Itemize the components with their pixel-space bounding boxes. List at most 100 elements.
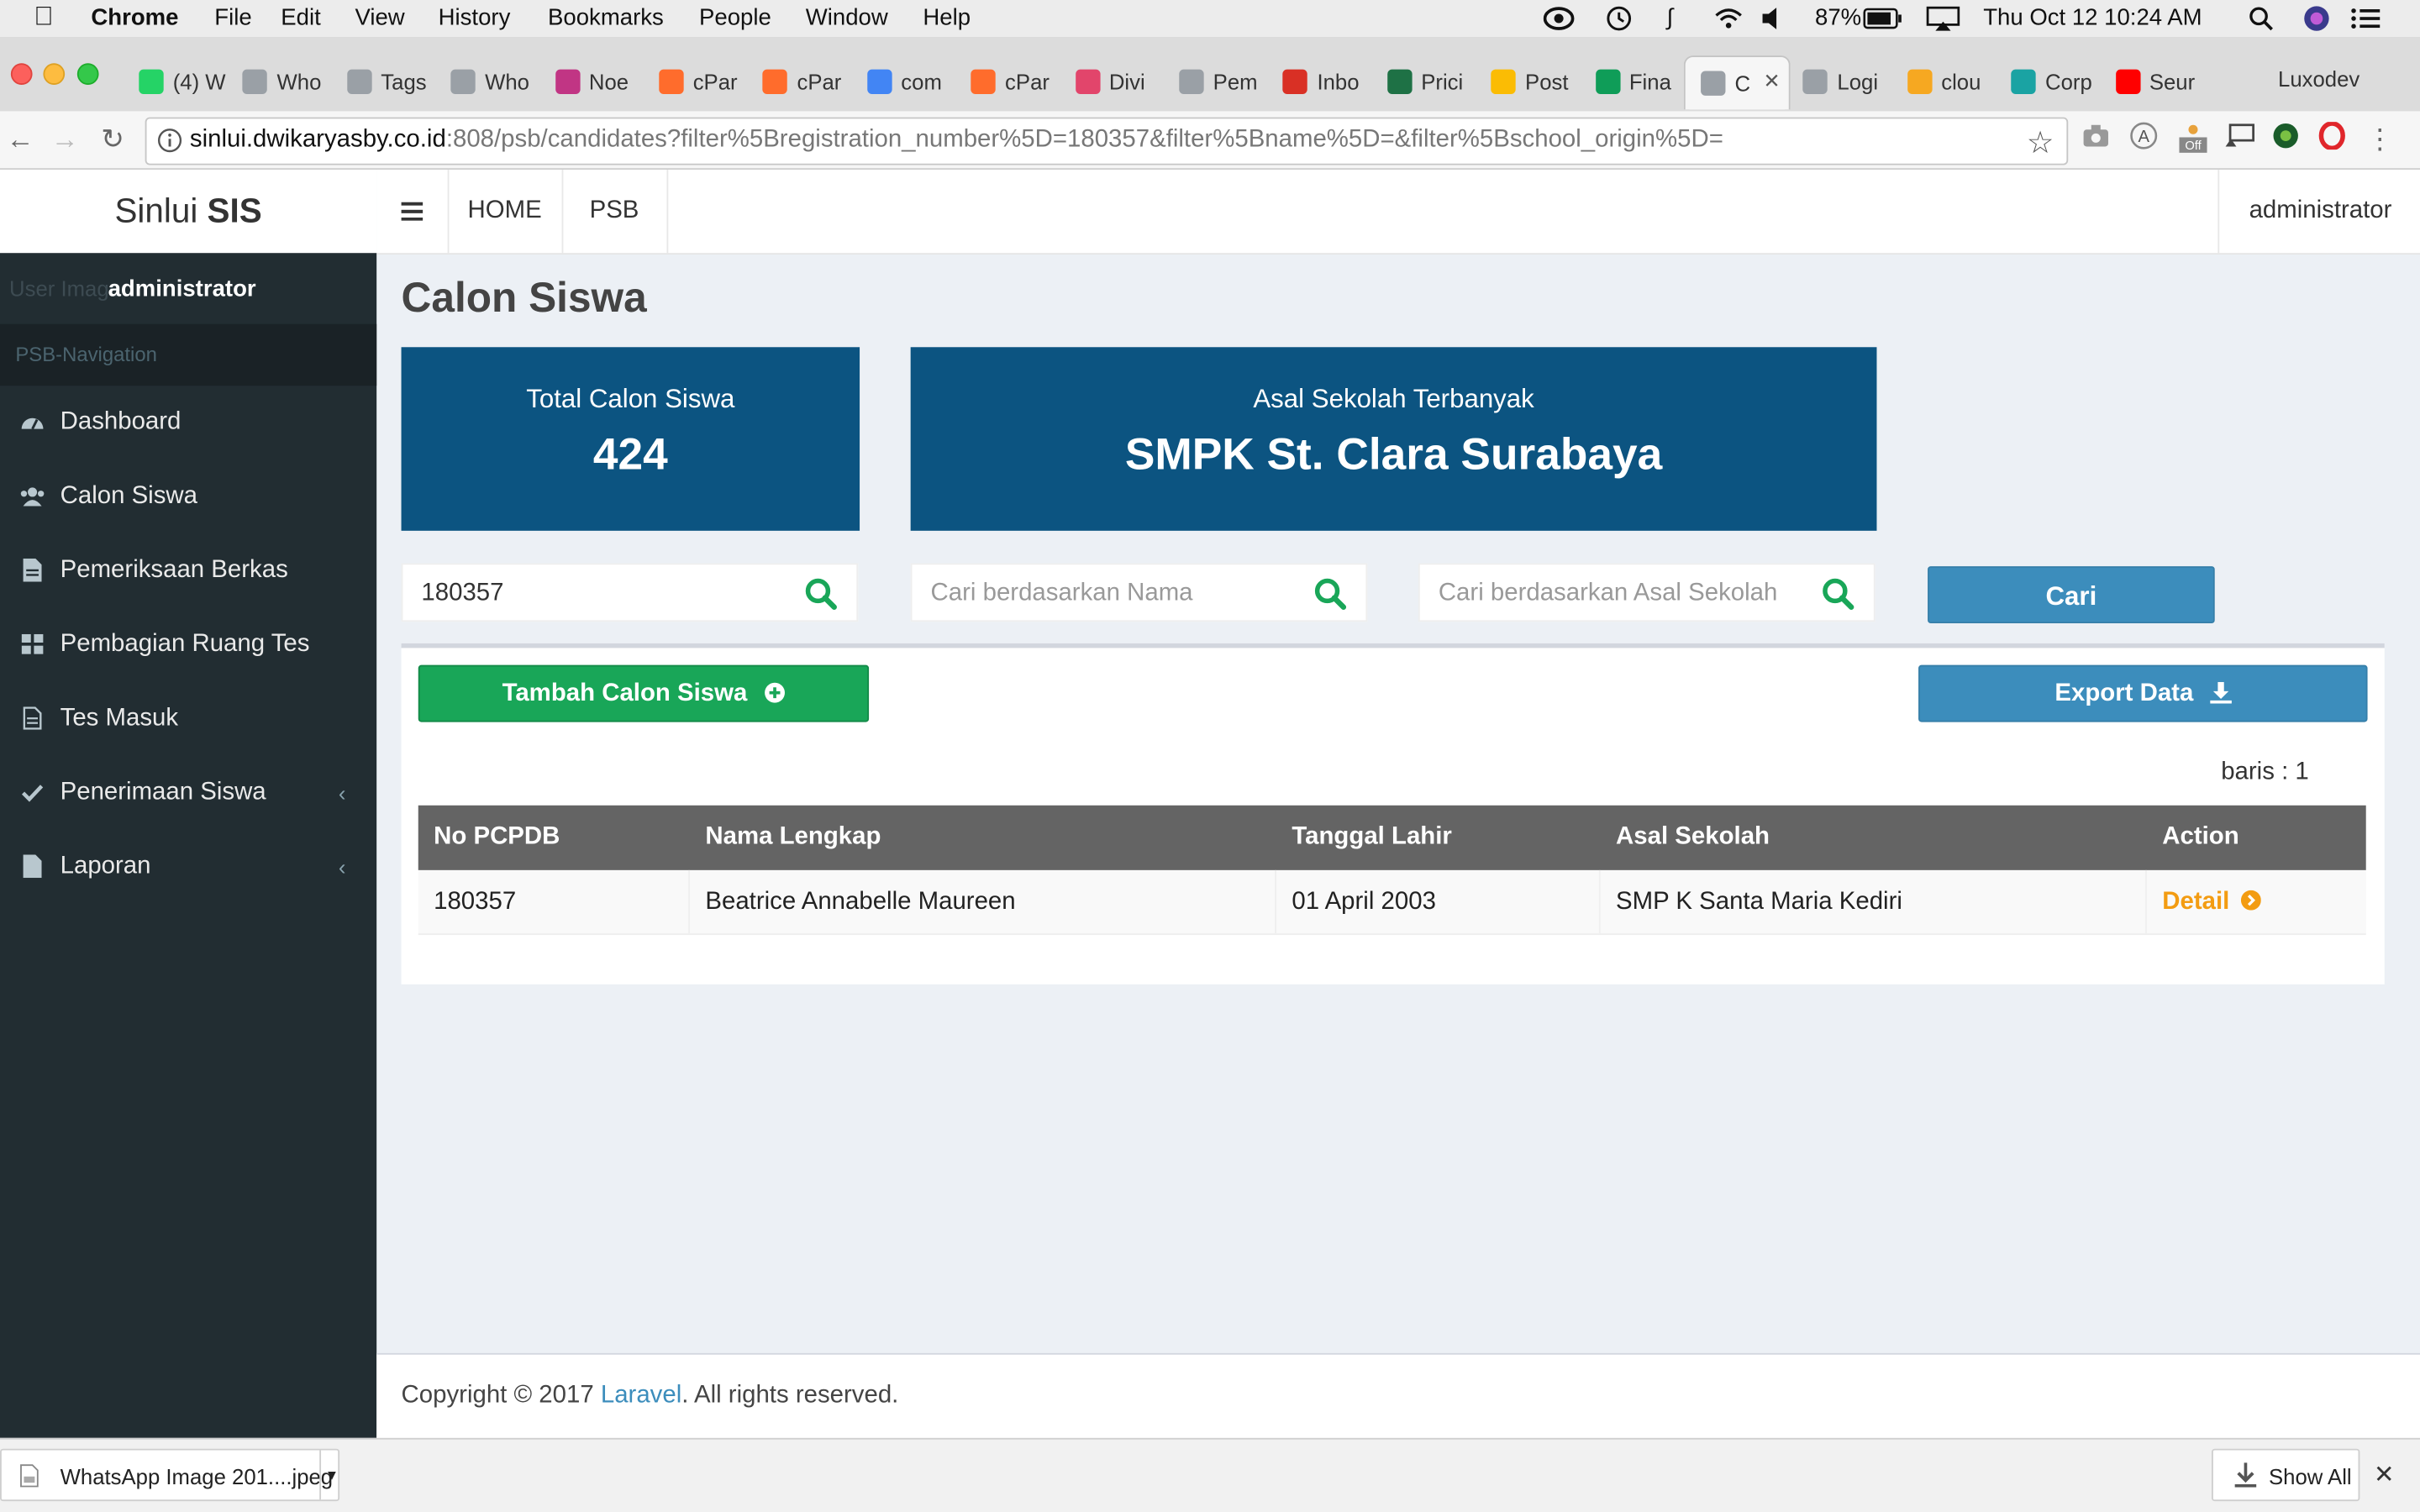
browser-tab[interactable] [2204, 55, 2265, 108]
menu-app-name[interactable]: Chrome [91, 5, 178, 31]
col-tanggal-lahir[interactable]: Tanggal Lahir [1276, 806, 1601, 870]
stat-total-value: 424 [592, 430, 668, 480]
footer-suffix: . All rights reserved. [681, 1382, 899, 1409]
browser-tab[interactable]: cPar [955, 55, 1060, 108]
menu-edit[interactable]: Edit [281, 5, 320, 31]
menu-bookmarks[interactable]: Bookmarks [548, 5, 664, 31]
sidebar: User Image administrator PSB-Navigation … [0, 253, 377, 1438]
forward-arrow-icon[interactable]: → [48, 122, 82, 155]
opera-extension-icon[interactable] [2315, 121, 2349, 155]
browser-tab[interactable]: Who [435, 55, 539, 108]
notification-center-icon[interactable] [2350, 6, 2381, 37]
cast-extension-icon[interactable] [2223, 122, 2256, 155]
off-extension-icon[interactable]: Off [2176, 122, 2210, 155]
search-icon[interactable] [804, 577, 838, 611]
airplay-icon[interactable] [1926, 6, 1960, 37]
time-machine-icon[interactable] [1603, 5, 1634, 39]
sidebar-item-pembagian-ruang-tes[interactable]: Pembagian Ruang Tes [0, 608, 376, 682]
menu-clock[interactable]: Thu Oct 12 10:24 AM [1983, 5, 2202, 31]
browser-tab[interactable]: Inbo [1268, 55, 1372, 108]
registration-number-input[interactable] [402, 564, 811, 624]
browser-tab[interactable]: Divi [1060, 55, 1164, 108]
sidebar-item-pemeriksaan-berkas[interactable]: Pemeriksaan Berkas [0, 534, 376, 608]
download-item[interactable]: WhatsApp Image 201....jpeg ▼ [0, 1448, 340, 1502]
nav-home[interactable]: HOME [448, 170, 564, 254]
sidebar-item-laporan[interactable]: Laporan ‹ [0, 830, 376, 904]
school-search-input[interactable] [1419, 564, 1828, 624]
col-no-pcpdb[interactable]: No PCPDB [418, 806, 690, 870]
bookmark-star-icon[interactable]: ☆ [2027, 123, 2054, 162]
browser-tab[interactable]: Who [228, 55, 332, 108]
sidebar-item-tes-masuk[interactable]: Tes Masuk [0, 682, 376, 756]
menu-window[interactable]: Window [806, 5, 888, 31]
show-all-downloads-button[interactable]: Show All [2212, 1448, 2360, 1502]
window-minimize-button[interactable] [43, 63, 66, 86]
browser-tab[interactable]: Post [1476, 55, 1580, 108]
back-arrow-icon[interactable]: ← [3, 122, 37, 155]
tambah-calon-siswa-button[interactable]: Tambah Calon Siswa [418, 664, 870, 722]
creative-cloud-icon[interactable] [1543, 6, 1575, 37]
tab-favicon-icon [763, 69, 788, 95]
name-search-input[interactable] [912, 564, 1320, 624]
menu-file[interactable]: File [214, 5, 251, 31]
dashboard-icon [18, 386, 46, 463]
a-extension-icon[interactable]: A [2127, 122, 2160, 155]
menu-people[interactable]: People [699, 5, 771, 31]
browser-tab[interactable]: Seur [2100, 55, 2204, 108]
sidebar-item-calon-siswa[interactable]: Calon Siswa [0, 459, 376, 533]
footer-laravel-link[interactable]: Laravel [601, 1383, 681, 1409]
nav-psb[interactable]: PSB [562, 170, 669, 254]
browser-tab[interactable]: Tags [332, 55, 436, 108]
close-shelf-icon[interactable]: ✕ [2374, 1460, 2395, 1491]
col-asal-sekolah[interactable]: Asal Sekolah [1601, 806, 2147, 870]
col-nama-lengkap[interactable]: Nama Lengkap [690, 806, 1276, 870]
tab-favicon-icon [1283, 69, 1308, 95]
sidebar-item-dashboard[interactable]: Dashboard [0, 386, 376, 459]
app-logo[interactable]: Sinlui SIS [0, 170, 377, 255]
browser-tab[interactable]: clou [1891, 55, 1996, 108]
apple-icon[interactable]:  [34, 2, 53, 33]
search-icon[interactable] [1313, 577, 1347, 611]
wifi-icon[interactable] [1713, 6, 1744, 37]
bluetooth-icon[interactable]: ∫ [1667, 5, 1674, 31]
download-options-caret-icon[interactable]: ▼ [319, 1450, 343, 1500]
tambah-label: Tambah Calon Siswa [502, 680, 748, 707]
browser-tab[interactable]: com [852, 55, 956, 108]
browser-tab-active[interactable]: C ✕ [1683, 55, 1791, 110]
spotlight-search-icon[interactable] [2249, 6, 2273, 37]
menu-history[interactable]: History [439, 5, 511, 31]
cari-button[interactable]: Cari [1928, 566, 2215, 624]
siri-icon[interactable] [2302, 5, 2330, 39]
profile-name[interactable]: Luxodev [2278, 66, 2360, 91]
browser-tab[interactable]: Prici [1371, 55, 1476, 108]
detail-link[interactable]: Detail [2162, 889, 2261, 915]
browser-tab[interactable]: cPar [748, 55, 852, 108]
browser-tab[interactable]: (4) W [124, 55, 228, 108]
battery-icon[interactable] [1863, 8, 1903, 35]
search-icon[interactable] [1821, 577, 1854, 611]
info-icon[interactable] [157, 128, 182, 160]
window-zoom-button[interactable] [76, 63, 99, 86]
nav-user-menu[interactable]: administrator [2217, 170, 2420, 254]
export-data-button[interactable]: Export Data [1918, 664, 2368, 722]
reload-icon[interactable]: ↻ [96, 122, 129, 155]
sidebar-toggle-button[interactable] [376, 170, 450, 254]
browser-tab[interactable]: Logi [1788, 55, 1892, 108]
browser-tab[interactable]: cPar [644, 55, 748, 108]
address-url[interactable]: sinlui.dwikaryasby.co.id:808/psb/candida… [190, 127, 1723, 155]
volume-icon[interactable] [1761, 6, 1783, 37]
menu-view[interactable]: View [355, 5, 404, 31]
page-footer: Copyright © 2017 Laravel. All rights res… [376, 1352, 2420, 1440]
sidebar-item-penerimaan-siswa[interactable]: Penerimaan Siswa ‹ [0, 756, 376, 830]
green-extension-icon[interactable] [2269, 122, 2302, 155]
menu-help[interactable]: Help [923, 5, 971, 31]
browser-tab[interactable]: Pem [1164, 55, 1268, 108]
camera-extension-icon[interactable] [2079, 122, 2112, 155]
window-close-button[interactable] [10, 63, 33, 86]
browser-tab[interactable]: Corp [1996, 55, 2100, 108]
browser-tab[interactable]: Noe [539, 55, 644, 108]
address-bar[interactable]: sinlui.dwikaryasby.co.id:808/psb/candida… [145, 117, 2069, 165]
tab-close-icon[interactable]: ✕ [1763, 70, 1780, 94]
browser-tab[interactable]: Fina [1580, 55, 1684, 108]
chrome-menu-icon[interactable]: ⋮ [2363, 122, 2396, 155]
